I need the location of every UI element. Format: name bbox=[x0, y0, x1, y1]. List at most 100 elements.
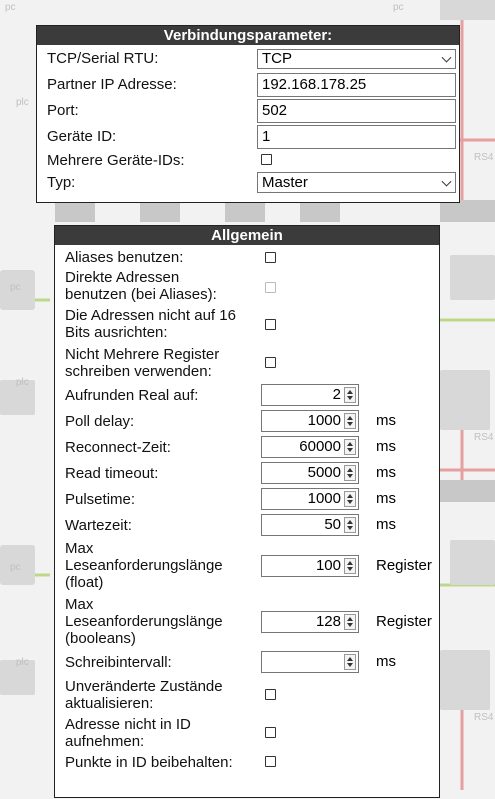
reconnect-time-unit: ms bbox=[376, 438, 396, 455]
aliases-label: Aliases benutzen: bbox=[65, 249, 184, 266]
device-id-input[interactable]: 1 bbox=[257, 125, 456, 149]
align-16bit-label-line2: Bits ausrichten: bbox=[65, 324, 168, 341]
pulsetime-value: 1000 bbox=[307, 490, 341, 507]
multiple-device-ids-checkbox[interactable] bbox=[261, 154, 272, 165]
svg-text:RS4: RS4 bbox=[474, 152, 494, 163]
no-multi-register-label-line1: Nicht Mehrere Register bbox=[65, 346, 220, 363]
max-read-float-label-line1: Max bbox=[65, 540, 94, 557]
svg-text:plc: plc bbox=[16, 97, 29, 108]
max-read-float-unit: Register bbox=[376, 557, 432, 574]
svg-text:pc: pc bbox=[10, 282, 21, 293]
svg-text:pc: pc bbox=[393, 2, 404, 13]
wait-time-unit: ms bbox=[376, 516, 396, 533]
multiple-device-ids-label: Mehrere Geräte-IDs: bbox=[47, 152, 185, 169]
aliases-checkbox[interactable] bbox=[265, 252, 276, 263]
read-timeout-input[interactable]: 5000 bbox=[261, 462, 359, 484]
pulsetime-input[interactable]: 1000 bbox=[261, 488, 359, 510]
general-panel-title: Allgemein bbox=[55, 226, 439, 245]
max-read-bool-label-line1: Max bbox=[65, 596, 94, 613]
wait-time-value: 50 bbox=[324, 516, 341, 533]
align-16bit-label-line1: Die Adressen nicht auf 16 bbox=[65, 307, 236, 324]
multiple-device-ids-row: Mehrere Geräte-IDs: bbox=[37, 149, 459, 171]
svg-text:RS4: RS4 bbox=[474, 432, 494, 443]
tcp-serial-value: TCP bbox=[262, 50, 292, 67]
max-read-bool-input[interactable]: 128 bbox=[261, 611, 359, 633]
update-unchanged-label: Unveränderte Zustände aktualisieren: bbox=[65, 678, 439, 712]
chevron-down-icon bbox=[441, 52, 452, 63]
wait-time-input[interactable]: 50 bbox=[261, 514, 359, 536]
partner-ip-label: Partner IP Adresse: bbox=[47, 76, 177, 93]
address-not-in-id-checkbox[interactable] bbox=[265, 727, 276, 738]
max-read-float-input[interactable]: 100 bbox=[261, 555, 359, 577]
round-real-input[interactable]: 2 bbox=[261, 384, 359, 406]
read-timeout-value: 5000 bbox=[307, 464, 341, 481]
address-not-in-id-label: Adresse nicht in ID aufnehmen: bbox=[65, 716, 439, 750]
update-unchanged-checkbox[interactable] bbox=[265, 689, 276, 700]
svg-text:pc: pc bbox=[10, 562, 21, 573]
tcp-serial-row: TCP/Serial RTU: TCP bbox=[37, 47, 459, 71]
port-label: Port: bbox=[47, 102, 79, 119]
connection-panel-title: Verbindungsparameter: bbox=[37, 26, 459, 45]
type-label: Typ: bbox=[47, 174, 76, 191]
direct-addresses-label-line1: Direkte Adressen bbox=[65, 269, 180, 286]
poll-delay-unit: ms bbox=[376, 412, 396, 429]
device-id-value: 1 bbox=[262, 128, 271, 145]
round-real-label: Aufrunden Real auf: bbox=[65, 387, 199, 404]
device-id-row: Geräte ID: 1 bbox=[37, 123, 459, 149]
spinner-icon[interactable] bbox=[344, 491, 356, 507]
port-row: Port: 502 bbox=[37, 97, 459, 123]
svg-text:RS4: RS4 bbox=[474, 712, 494, 723]
write-interval-input[interactable] bbox=[261, 651, 359, 673]
no-multi-register-label: Nicht Mehrere Register schreiben verwend… bbox=[65, 346, 439, 380]
type-row: Typ: Master bbox=[37, 171, 459, 195]
poll-delay-value: 1000 bbox=[307, 412, 341, 429]
spinner-icon[interactable] bbox=[344, 387, 356, 403]
no-multi-register-label-line2: schreiben verwenden: bbox=[65, 363, 212, 380]
max-read-bool-value: 128 bbox=[315, 613, 341, 630]
spinner-icon[interactable] bbox=[344, 654, 356, 670]
device-id-label: Geräte ID: bbox=[47, 128, 117, 145]
update-unchanged-label-line1: Unveränderte Zustände bbox=[65, 678, 223, 695]
tcp-serial-label: TCP/Serial RTU: bbox=[47, 50, 159, 67]
general-panel: Allgemein Aliases benutzen: Direkte Adre… bbox=[54, 225, 440, 798]
keep-dots-label: Punkte in ID beibehalten: bbox=[65, 754, 233, 771]
max-read-float-value: 100 bbox=[315, 557, 341, 574]
spinner-icon[interactable] bbox=[344, 614, 356, 630]
reconnect-time-value: 60000 bbox=[299, 438, 341, 455]
type-value: Master bbox=[262, 174, 308, 191]
max-read-float-label-line3: (float) bbox=[65, 574, 104, 591]
read-timeout-unit: ms bbox=[376, 464, 396, 481]
spinner-icon[interactable] bbox=[344, 439, 356, 455]
spinner-icon[interactable] bbox=[344, 465, 356, 481]
address-not-in-id-label-line2: aufnehmen: bbox=[65, 733, 145, 750]
round-real-value: 2 bbox=[332, 386, 341, 403]
type-select[interactable]: Master bbox=[257, 172, 456, 193]
align-16bit-label: Die Adressen nicht auf 16 Bits ausrichte… bbox=[65, 307, 439, 341]
partner-ip-input[interactable]: 192.168.178.25 bbox=[257, 73, 456, 97]
pulsetime-unit: ms bbox=[376, 490, 396, 507]
svg-text:plc: plc bbox=[16, 657, 29, 668]
direct-addresses-label-line2: benutzen (bei Aliases): bbox=[65, 286, 217, 303]
svg-text:pc: pc bbox=[5, 2, 16, 13]
chevron-down-icon bbox=[441, 176, 452, 187]
direct-addresses-label: Direkte Adressen benutzen (bei Aliases): bbox=[65, 269, 439, 303]
tcp-serial-select[interactable]: TCP bbox=[257, 49, 456, 69]
spinner-icon[interactable] bbox=[344, 413, 356, 429]
keep-dots-checkbox[interactable] bbox=[265, 756, 276, 767]
max-read-bool-unit: Register bbox=[376, 613, 432, 630]
port-value: 502 bbox=[262, 102, 288, 119]
write-interval-unit: ms bbox=[376, 653, 396, 670]
svg-text:plc: plc bbox=[16, 377, 29, 388]
spinner-icon[interactable] bbox=[344, 517, 356, 533]
max-read-bool-label-line3: (booleans) bbox=[65, 630, 136, 647]
spinner-icon[interactable] bbox=[344, 558, 356, 574]
reconnect-time-input[interactable]: 60000 bbox=[261, 436, 359, 458]
port-input[interactable]: 502 bbox=[257, 99, 456, 123]
direct-addresses-checkbox[interactable] bbox=[265, 282, 276, 293]
poll-delay-input[interactable]: 1000 bbox=[261, 410, 359, 432]
update-unchanged-label-line2: aktualisieren: bbox=[65, 695, 154, 712]
connection-parameters-panel: Verbindungsparameter: TCP/Serial RTU: TC… bbox=[36, 25, 460, 203]
no-multi-register-checkbox[interactable] bbox=[265, 357, 276, 368]
address-not-in-id-label-line1: Adresse nicht in ID bbox=[65, 716, 191, 733]
align-16bit-checkbox[interactable] bbox=[265, 319, 276, 330]
